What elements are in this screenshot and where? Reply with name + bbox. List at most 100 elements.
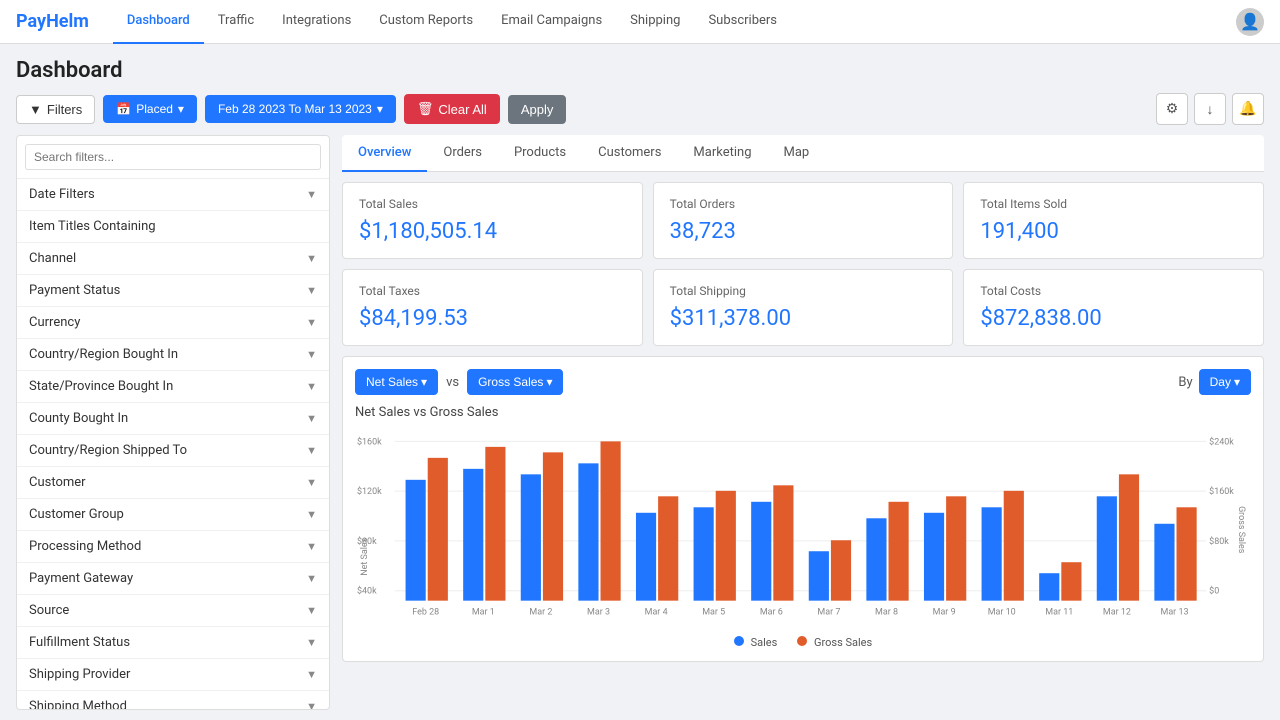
nav-link-dashboard[interactable]: Dashboard [113, 0, 204, 44]
nav-link-email-campaigns[interactable]: Email Campaigns [487, 0, 616, 44]
filter-label: Date Filters [29, 187, 95, 202]
download-icon-button[interactable]: ↓ [1194, 93, 1226, 125]
x-label: Mar 1 [472, 608, 495, 618]
nav-link-traffic[interactable]: Traffic [204, 0, 268, 44]
y-axis-right-title: Gross Sales [1236, 506, 1246, 554]
tab-orders[interactable]: Orders [427, 135, 498, 172]
filter-label: Source [29, 603, 69, 618]
filter-item[interactable]: Date Filters▼ [17, 179, 329, 211]
logo: PayHelm [16, 11, 89, 32]
bar-gross [946, 496, 966, 600]
stat-value: $84,199.53 [359, 306, 626, 331]
notification-icon-button[interactable]: 🔔 [1232, 93, 1264, 125]
filter-item[interactable]: Customer▼ [17, 467, 329, 499]
filter-label: Shipping Method [29, 699, 127, 710]
tab-customers[interactable]: Customers [582, 135, 677, 172]
toolbar: ▼ Filters 📅 Placed ▾ Feb 28 2023 To Mar … [16, 93, 1264, 125]
filter-item[interactable]: Source ▼ [17, 595, 329, 627]
bar-net [1097, 496, 1117, 600]
bar-gross [658, 496, 678, 600]
clear-label: Clear All [438, 102, 486, 117]
filters-button[interactable]: ▼ Filters [16, 95, 95, 124]
stat-card: Total Costs $872,838.00 [963, 269, 1264, 346]
x-label: Feb 28 [412, 608, 439, 618]
bar-net [751, 502, 771, 601]
clear-all-button[interactable]: 🗑 Clear All [404, 94, 500, 124]
date-range-button[interactable]: Feb 28 2023 To Mar 13 2023 ▾ [205, 95, 396, 123]
stat-label: Total Taxes [359, 284, 626, 298]
stat-card: Total Orders38,723 [653, 182, 954, 259]
filter-item[interactable]: Country/Region Shipped To▼ [17, 435, 329, 467]
placed-button[interactable]: 📅 Placed ▾ [103, 95, 197, 123]
filter-item[interactable]: Customer Group▼ [17, 499, 329, 531]
sidebar: Date Filters▼Item Titles ContainingChann… [16, 135, 330, 710]
filter-item[interactable]: Currency▼ [17, 307, 329, 339]
search-input[interactable] [25, 144, 321, 170]
by-text: By [1178, 375, 1192, 390]
bar-gross [889, 502, 909, 601]
filter-item[interactable]: Processing Method▼ [17, 531, 329, 563]
legend-sales: Sales [734, 636, 777, 649]
tab-products[interactable]: Products [498, 135, 582, 172]
tab-map[interactable]: Map [768, 135, 826, 172]
tab-overview[interactable]: Overview [342, 135, 427, 172]
apply-button[interactable]: Apply [508, 95, 567, 124]
filter-item[interactable]: Country/Region Bought In▼ [17, 339, 329, 371]
stat-value: $311,378.00 [670, 306, 937, 331]
bar-gross [1177, 507, 1197, 600]
filter-label: Fulfillment Status [29, 635, 130, 650]
filter-item[interactable]: Fulfillment Status▼ [17, 627, 329, 659]
trash-icon: 🗑 [417, 101, 434, 117]
x-label: Mar 8 [875, 608, 898, 618]
bar-net [924, 513, 944, 601]
chevron-down-icon-2: ▾ [377, 102, 383, 116]
nav-link-custom-reports[interactable]: Custom Reports [365, 0, 487, 44]
stat-label: Total Shipping [670, 284, 937, 298]
nav-links: DashboardTrafficIntegrationsCustom Repor… [113, 0, 791, 44]
filter-item[interactable]: Shipping Method▼ [17, 691, 329, 710]
vs-text: vs [446, 375, 459, 390]
stat-label: Total Sales [359, 197, 626, 211]
filter-icon: ▼ [29, 102, 42, 117]
filter-item[interactable]: Payment Gateway▼ [17, 563, 329, 595]
filter-item[interactable]: County Bought In▼ [17, 403, 329, 435]
legend-gross-dot [797, 636, 807, 646]
settings-icon-button[interactable]: ⚙ [1156, 93, 1188, 125]
chevron-down-icon: ▾ [178, 102, 184, 116]
bar-net [578, 463, 598, 600]
filter-item[interactable]: Channel▼ [17, 243, 329, 275]
bar-net [406, 480, 426, 601]
stat-label: Total Items Sold [980, 197, 1247, 211]
nav-link-integrations[interactable]: Integrations [268, 0, 365, 44]
user-menu-icon[interactable]: 👤 [1236, 8, 1264, 36]
bar-net [521, 474, 541, 600]
stat-value: $872,838.00 [980, 306, 1247, 331]
tab-marketing[interactable]: Marketing [677, 135, 767, 172]
bar-gross [1119, 474, 1139, 600]
chart-toolbar: Net Sales ▾ vs Gross Sales ▾ By Day ▾ [355, 369, 1251, 395]
chart-toolbar-right: By Day ▾ [1178, 369, 1251, 395]
date-range-value: Feb 28 2023 To Mar 13 2023 [218, 102, 372, 116]
chevron-icon: ▼ [306, 604, 317, 617]
day-button[interactable]: Day ▾ [1199, 369, 1251, 395]
nav-link-subscribers[interactable]: Subscribers [694, 0, 791, 44]
stat-label: Total Orders [670, 197, 937, 211]
chevron-icon: ▼ [306, 476, 317, 489]
chevron-icon: ▼ [306, 380, 317, 393]
chart-title: Net Sales vs Gross Sales [355, 405, 1251, 420]
bar-gross [601, 441, 621, 600]
stat-value: $1,180,505.14 [359, 219, 626, 244]
stat-label: Total Costs [980, 284, 1247, 298]
chevron-icon: ▼ [306, 540, 317, 553]
gross-sales-button[interactable]: Gross Sales ▾ [467, 369, 563, 395]
filter-item[interactable]: Item Titles Containing [17, 211, 329, 243]
x-label: Mar 4 [645, 608, 668, 618]
chevron-icon: ▼ [306, 252, 317, 265]
filter-item[interactable]: State/Province Bought In▼ [17, 371, 329, 403]
nav-link-shipping[interactable]: Shipping [616, 0, 694, 44]
x-label: Mar 13 [1161, 608, 1189, 618]
filter-item[interactable]: Shipping Provider▼ [17, 659, 329, 691]
page-header: Dashboard ▼ Filters 📅 Placed ▾ Feb 28 20… [0, 44, 1280, 125]
filter-item[interactable]: Payment Status▼ [17, 275, 329, 307]
net-sales-button[interactable]: Net Sales ▾ [355, 369, 438, 395]
